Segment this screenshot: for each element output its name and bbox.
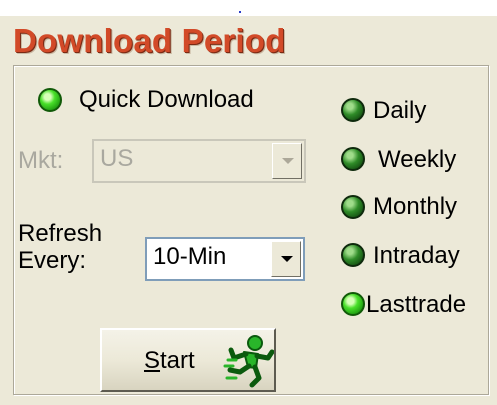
refresh-select-value: 10-Min [153,243,227,270]
lasttrade-led-icon[interactable] [341,292,365,316]
quick-download-led-icon[interactable] [38,88,62,112]
period-intraday[interactable]: Intraday [373,242,460,270]
period-weekly[interactable]: Weekly [378,146,456,174]
period-daily[interactable]: Daily [373,97,426,125]
chevron-down-icon[interactable] [271,241,301,277]
period-lasttrade[interactable]: Lasttrade [366,291,466,319]
refresh-label-line1: Refresh [18,220,103,247]
refresh-select[interactable]: 10-Min [145,237,305,281]
monthly-led-icon[interactable] [341,195,365,219]
market-select: US [92,139,306,183]
download-period-panel: Download Period Quick Download Mkt: US R… [0,16,497,405]
weekly-led-icon[interactable] [341,147,365,171]
intraday-led-icon[interactable] [341,243,365,267]
period-monthly[interactable]: Monthly [373,193,457,221]
market-label: Mkt: [18,147,64,174]
running-man-icon [223,335,274,388]
chevron-down-icon [272,143,302,179]
daily-led-icon[interactable] [341,98,365,122]
stray-dot [239,11,241,13]
market-select-value: US [100,145,134,172]
refresh-label-line2: Every: [18,247,87,274]
quick-download-label[interactable]: Quick Download [79,86,254,114]
start-button-label: Start [144,347,195,374]
start-button[interactable]: Start [100,328,276,392]
panel-title: Download Period [13,22,286,59]
